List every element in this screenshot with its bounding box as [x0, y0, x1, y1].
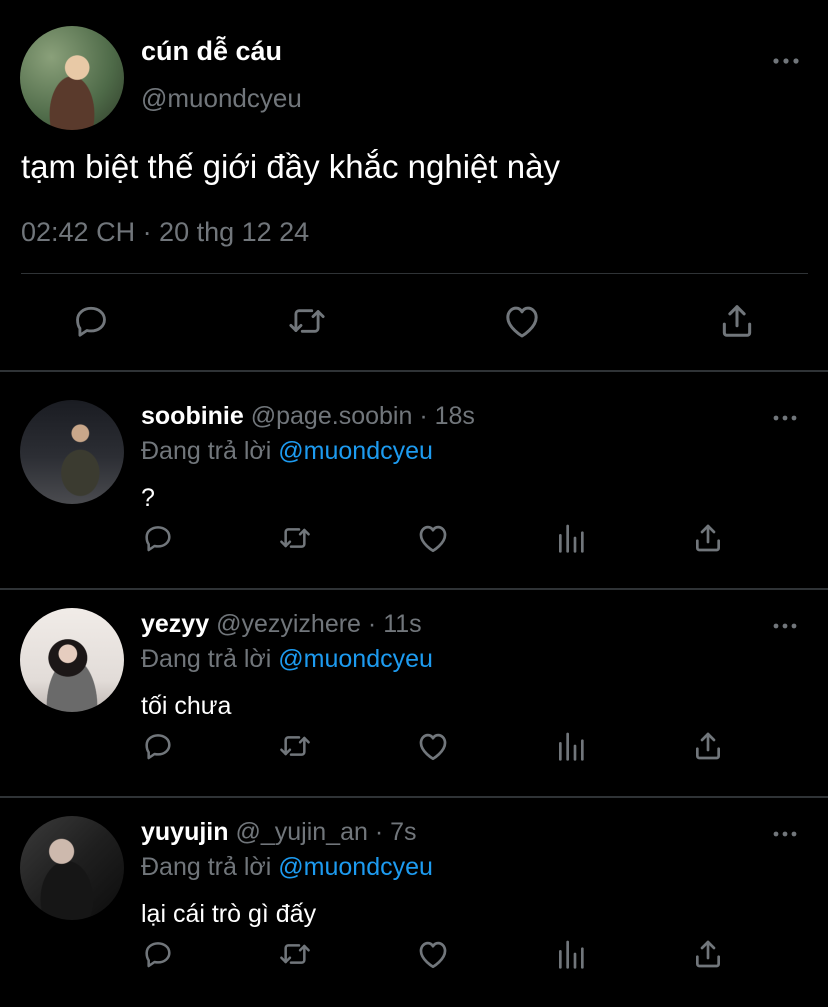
- share-icon[interactable]: [692, 522, 724, 554]
- mention-link[interactable]: @muondcyeu: [278, 853, 433, 881]
- replying-to: Đang trả lời @muondcyeu: [141, 645, 433, 674]
- avatar[interactable]: [20, 26, 124, 130]
- reply-time: 7s: [390, 818, 417, 846]
- reply-header: yezyy @yezyizhere · 11s: [141, 610, 422, 639]
- avatar[interactable]: [20, 608, 124, 712]
- retweet-icon[interactable]: [277, 730, 313, 762]
- retweet-icon[interactable]: [286, 302, 328, 340]
- separator-dot: ·: [374, 818, 384, 846]
- like-icon[interactable]: [502, 302, 542, 340]
- reply-icon[interactable]: [72, 302, 110, 340]
- reply-icon[interactable]: [142, 522, 174, 554]
- reply-icon[interactable]: [142, 938, 174, 970]
- replying-prefix: Đang trả lời: [141, 645, 272, 673]
- share-icon[interactable]: [692, 938, 724, 970]
- main-tweet: cún dễ cáu @muondcyeu tạm biệt thế giới …: [0, 0, 828, 370]
- more-options-icon[interactable]: [772, 52, 800, 70]
- like-icon[interactable]: [416, 730, 450, 762]
- mention-link[interactable]: @muondcyeu: [278, 645, 433, 673]
- replying-to: Đang trả lời @muondcyeu: [141, 853, 433, 882]
- avatar[interactable]: [20, 816, 124, 920]
- mention-link[interactable]: @muondcyeu: [278, 437, 433, 465]
- user-handle[interactable]: @_yujin_an: [235, 818, 367, 846]
- user-handle[interactable]: @page.soobin: [251, 402, 413, 430]
- reply-tweet[interactable]: yezyy @yezyizhere · 11s Đang trả lời @mu…: [0, 580, 828, 786]
- more-options-icon[interactable]: [772, 826, 798, 842]
- replying-prefix: Đang trả lời: [141, 853, 272, 881]
- reply-text: ?: [141, 484, 155, 512]
- like-icon[interactable]: [416, 938, 450, 970]
- reply-icon[interactable]: [142, 730, 174, 762]
- reply-tweet[interactable]: soobinie @page.soobin · 18s Đang trả lời…: [0, 372, 828, 578]
- reply-header: soobinie @page.soobin · 18s: [141, 402, 475, 431]
- reply-header: yuyujin @_yujin_an · 7s: [141, 818, 417, 847]
- divider: [21, 273, 808, 274]
- display-name[interactable]: yuyujin: [141, 818, 229, 846]
- reply-text: lại cái trò gì đấy: [141, 900, 317, 928]
- replying-to: Đang trả lời @muondcyeu: [141, 437, 433, 466]
- avatar[interactable]: [20, 400, 124, 504]
- reply-text: tối chưa: [141, 692, 232, 720]
- tweet-timestamp[interactable]: 02:42 CH · 20 thg 12 24: [21, 217, 309, 248]
- user-handle[interactable]: @yezyizhere: [216, 610, 361, 638]
- share-icon[interactable]: [718, 302, 756, 340]
- views-icon[interactable]: [556, 730, 586, 762]
- display-name[interactable]: cún dễ cáu: [141, 36, 282, 67]
- user-handle[interactable]: @muondcyeu: [141, 83, 302, 114]
- tweet-text: tạm biệt thế giới đầy khắc nghiệt này: [21, 148, 560, 185]
- reply-time: 18s: [434, 402, 475, 430]
- retweet-icon[interactable]: [277, 522, 313, 554]
- separator-dot: ·: [419, 402, 428, 430]
- like-icon[interactable]: [416, 522, 450, 554]
- reply-time: 11s: [383, 610, 422, 638]
- share-icon[interactable]: [692, 730, 724, 762]
- display-name[interactable]: soobinie: [141, 402, 244, 430]
- views-icon[interactable]: [556, 938, 586, 970]
- views-icon[interactable]: [556, 522, 586, 554]
- separator-dot: ·: [367, 610, 377, 638]
- retweet-icon[interactable]: [277, 938, 313, 970]
- display-name[interactable]: yezyy: [141, 610, 209, 638]
- reply-tweet[interactable]: yuyujin @_yujin_an · 7s Đang trả lời @mu…: [0, 788, 828, 994]
- replying-prefix: Đang trả lời: [141, 437, 272, 465]
- more-options-icon[interactable]: [772, 618, 798, 634]
- more-options-icon[interactable]: [772, 410, 798, 426]
